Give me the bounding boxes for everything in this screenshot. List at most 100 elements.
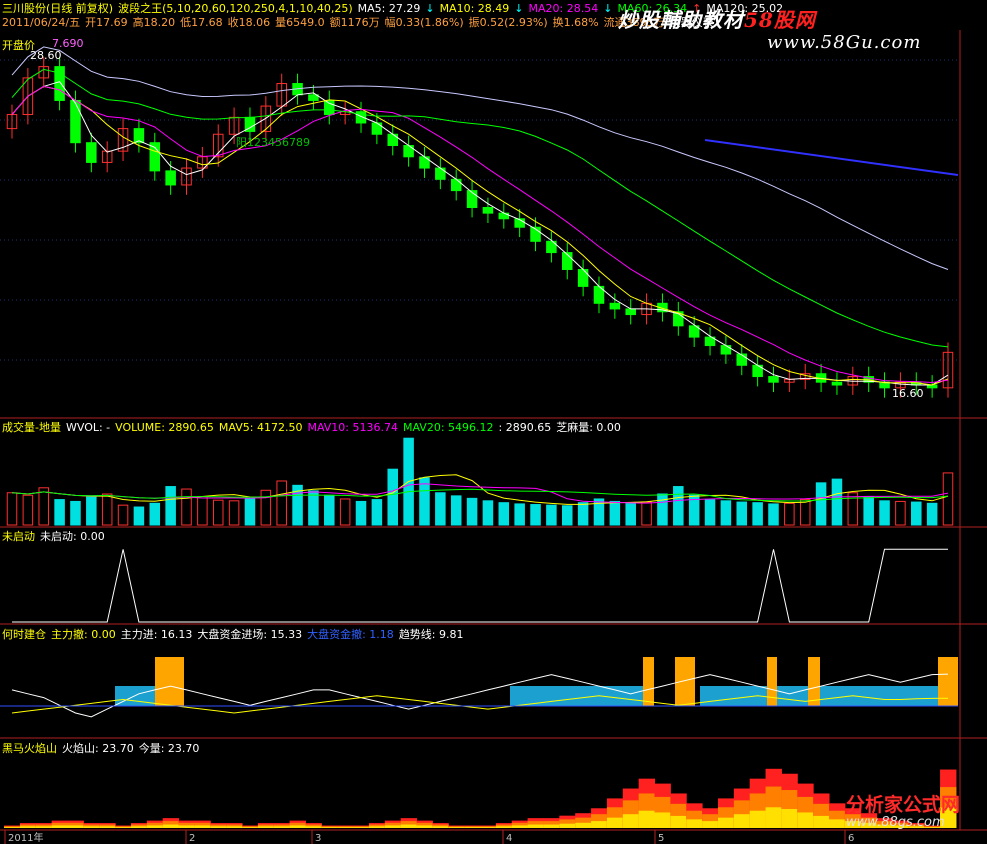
flame-bar-base [194,825,211,828]
volume-bar [70,500,81,526]
mav10-value: MAV10: 5136.74 [307,421,398,434]
volume-bar [546,504,557,526]
flame-bar-base [829,819,846,828]
volume-bar [324,494,335,526]
quote-amount: 额1176万 [329,16,380,29]
volume-bar [435,492,446,526]
watermark-top-cn: 炒股輔助教材 [618,8,744,32]
flame-bar-base [178,825,195,828]
volume-bar [38,487,49,526]
flame-bar-base [162,824,180,828]
watermark-bottom: 分析家公式网 [846,794,961,816]
volume-extra: : 2890.65 [498,421,552,434]
volume-bar [133,506,145,526]
wvol-value: WVOL: - [65,421,111,434]
watermark-top-url: www.58Gu.com [767,32,922,53]
mav5-value: MAV5: 4172.50 [218,421,303,434]
flame-bar-base [67,825,84,828]
candle-body [736,353,748,366]
buy-signal-bar [767,657,777,706]
x-axis-label: 6 [848,833,854,844]
flame-bar-base [210,826,227,828]
volume-bar [387,468,399,526]
ma20-line [11,85,949,384]
buy-signal-bar [155,657,184,706]
volume-bar [831,478,843,526]
flame-bar-base [400,824,418,828]
volume-bar [879,500,890,526]
candle-body [482,207,494,214]
volume-bar [768,503,779,526]
x-axis-label: 3 [315,833,321,844]
volume-bar [736,501,748,526]
flame-bar-base [464,827,481,828]
flame-bar-base [622,814,640,828]
flame-bar-base [305,826,322,828]
flame-bar-base [495,826,513,828]
candle-body [768,376,779,383]
flame-bar-base [781,809,798,828]
volume-bar [625,502,636,526]
start-signal-line [12,548,948,623]
flame-bar-base [702,821,719,828]
volume-bar [720,500,732,526]
flame-bar-base [749,810,767,828]
flame-bar-base [686,819,703,828]
volume-bar [942,472,954,526]
candle-body [609,302,621,310]
volume-bar [926,502,938,526]
volume-bar [466,497,478,526]
candle-body [466,190,478,209]
volume-bar [784,502,795,526]
volume-bar [339,498,351,526]
volume-panel-header: 成交量-地量 WVOL: - VOLUME: 2890.65 MAV5: 4172.5… [2,421,626,434]
quote-amplitude: 振0.52(2.93%) [468,16,548,29]
volume-bar [355,500,367,526]
flame-bar-base [654,812,671,828]
flame-bar-base [559,823,576,828]
quote-turnover: 换1.68% [552,16,599,29]
candle-body [419,156,430,169]
volume-bar [657,493,668,526]
flame-bar-base [813,815,830,828]
ma20-arrow: ↓ [603,2,613,15]
ma5-value: MA5: 27.29 [357,2,421,15]
sequence-label: 阳123456789 [236,136,310,149]
ma10-line [11,85,949,386]
volume-bar [149,502,161,526]
flame-bar-base [51,825,69,828]
volume-bar [308,490,319,526]
trend-line: 趋势线: 9.81 [398,628,464,641]
start-panel-header: 未启动 未启动: 0.00 [2,530,110,543]
volume-bar [212,499,224,526]
candle-body [371,122,383,135]
flame-bar-base [130,826,148,828]
volume-bar [244,497,256,526]
flame-bar-base [670,815,687,828]
volume-bar [514,503,525,526]
flame-bar-base [384,825,402,828]
volume-bar [197,495,208,526]
candle-body [577,268,589,287]
candle-body [86,142,97,163]
volume-bar [450,495,462,526]
candle-body [720,345,732,355]
volume-bar [498,502,510,526]
flame-bar-base [19,826,37,828]
quote-change: 幅0.33(1.86%) [384,16,464,29]
flame-bar-base [226,826,243,828]
flame-bar-base [353,827,370,828]
watermark-top-red: 58股网 [744,8,816,32]
volcano-panel-header: 黑马火焰山 火焰山: 23.70 今量: 23.70 [2,742,204,755]
buy-signal-bar [808,657,820,706]
candle-body [625,308,636,316]
volume-bar [577,502,589,526]
volume-value: VOLUME: 2890.65 [115,421,214,434]
volume-bar [260,489,272,526]
flame-bar-base [543,824,560,828]
volume-bar [6,492,18,526]
flame-bar-base [606,817,624,828]
volume-bar [101,493,113,526]
flame-bar-base [273,826,291,828]
volume-bar [117,504,129,526]
